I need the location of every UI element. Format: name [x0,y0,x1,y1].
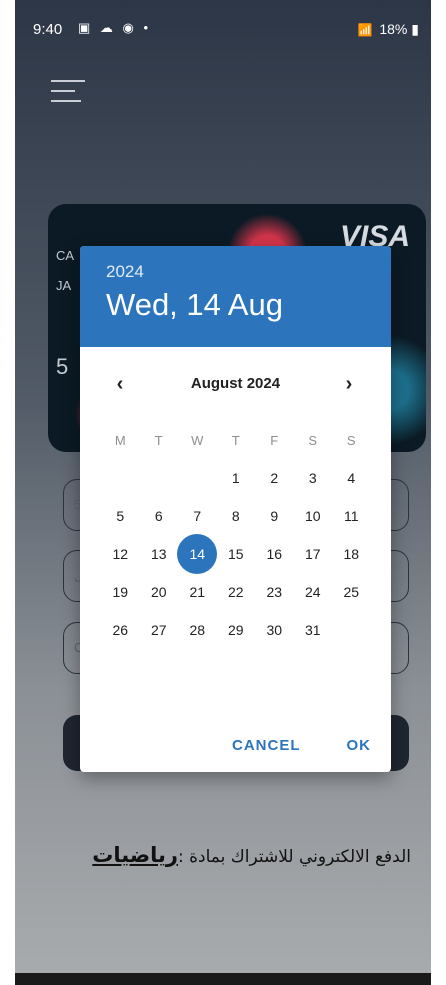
day-cell [178,459,217,497]
ok-button[interactable]: OK [347,737,372,754]
caption-text: الدفع الالكتروني للاشتراك بمادة : [178,847,411,867]
day-cell[interactable]: 29 [217,611,256,649]
day-cell[interactable]: 27 [140,611,179,649]
day-cell [140,459,179,497]
subject-name: رياضيات [92,843,179,867]
calendar-grid: M T W T F S S 1 2 3 4 5 6 7 8 9 10 11 12 [101,421,371,649]
circle-icon: ◉ [122,20,137,35]
cancel-button[interactable]: CANCEL [232,737,301,754]
day-cell[interactable]: 31 [294,611,333,649]
day-cell[interactable]: 15 [217,535,256,573]
weekday-label: M [114,432,126,448]
selected-date-label: Wed, 14 Aug [106,287,283,322]
payment-caption: الدفع الالكتروني للاشتراك بمادة :رياضيات [55,843,411,867]
signal-icon: 📶 [357,23,374,37]
day-cell[interactable]: 24 [294,573,333,611]
month-navigation: ‹ August 2024 › [80,347,391,421]
card-number: 5 [56,354,69,379]
day-cell[interactable]: 21 [178,573,217,611]
weekday-label: F [270,432,279,448]
weekday-label: T [231,432,240,448]
day-cell[interactable]: 30 [255,611,294,649]
day-cell[interactable]: 18 [332,535,371,573]
calendar-week: 12 13 14 15 16 17 18 [101,534,371,574]
weekday-label: T [154,432,163,448]
day-cell[interactable]: 6 [140,497,179,535]
card-holder-label: CA [56,248,75,263]
day-cell[interactable]: 16 [255,535,294,573]
calendar-week: 5 6 7 8 9 10 11 [101,497,371,535]
notification-icons: ▣ ☁ ◉ • [78,20,151,36]
status-right: 📶 18% ▮ [358,21,419,38]
day-cell[interactable]: 17 [294,535,333,573]
year-label[interactable]: 2024 [106,262,365,282]
day-cell[interactable]: 12 [101,535,140,573]
battery-icon: ▮ [411,21,419,37]
navigation-bar [15,973,431,985]
status-time: 9:40 [33,21,63,38]
day-cell[interactable]: 28 [178,611,217,649]
day-cell[interactable]: 13 [140,535,179,573]
day-cell[interactable]: 3 [294,459,333,497]
day-cell [101,459,140,497]
day-cell[interactable]: 11 [332,497,371,535]
day-cell[interactable]: 26 [101,611,140,649]
day-cell[interactable]: 8 [217,497,256,535]
weekday-label: W [191,432,204,448]
chevron-right-icon[interactable]: › [337,373,361,396]
cloud-icon: ☁ [99,20,116,35]
day-cell[interactable]: 20 [140,573,179,611]
battery-percent: 18% [379,21,408,37]
day-cell[interactable]: 10 [294,497,333,535]
weekday-header: M T W T F S S [101,421,371,459]
date-picker-dialog: 2024 Wed, 14 Aug ‹ August 2024 › M T W T… [80,246,391,772]
day-cell [332,611,371,649]
day-cell[interactable]: 22 [217,573,256,611]
day-cell[interactable]: 1 [217,459,256,497]
day-cell[interactable]: 9 [255,497,294,535]
day-cell[interactable]: 2 [255,459,294,497]
day-cell[interactable]: 23 [255,573,294,611]
day-cell[interactable]: 5 [101,497,140,535]
selected-day-cell[interactable]: 14 [177,534,217,574]
selected-day-label: 14 [189,546,206,562]
image-icon: ▣ [78,20,94,35]
card-holder-name: JA [56,278,72,293]
calendar-week: 19 20 21 22 23 24 25 [101,573,371,611]
day-cell[interactable]: 4 [332,459,371,497]
menu-icon[interactable] [51,80,85,108]
day-cell[interactable]: 25 [332,573,371,611]
dot-icon: • [143,20,152,35]
weekday-label: S [308,432,318,448]
calendar-week: 1 2 3 4 [101,459,371,497]
calendar-week: 26 27 28 29 30 31 [101,611,371,649]
day-cell[interactable]: 19 [101,573,140,611]
weekday-label: S [346,432,356,448]
dialog-actions: CANCEL OK [232,737,371,754]
date-picker-header: 2024 Wed, 14 Aug [80,246,391,347]
day-cell[interactable]: 7 [178,497,217,535]
status-bar: 9:40 ▣ ☁ ◉ • 📶 18% ▮ [15,0,431,58]
